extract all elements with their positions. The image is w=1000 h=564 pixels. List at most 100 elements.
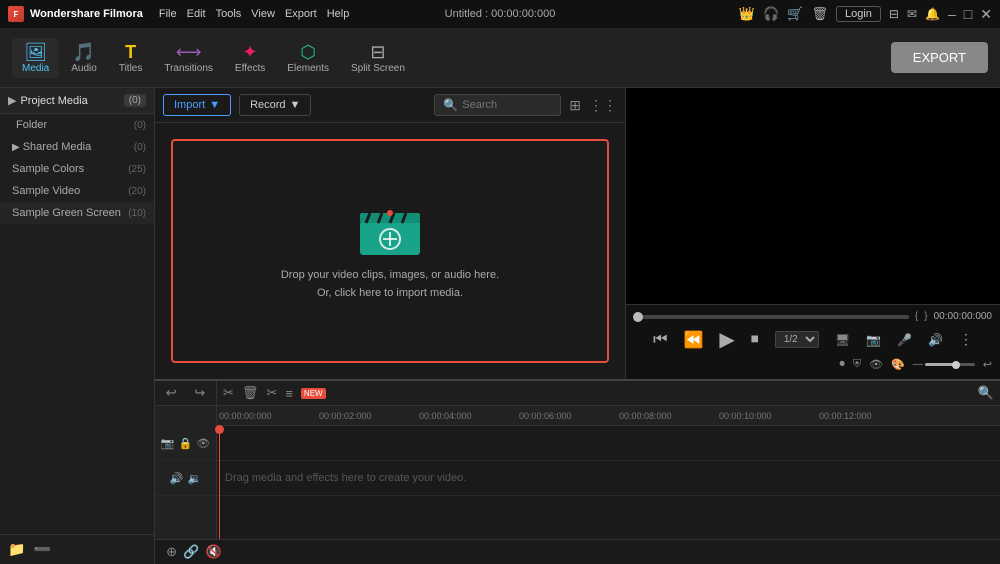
speed-new-badge: NEW xyxy=(301,388,326,399)
menu-export[interactable]: Export xyxy=(285,8,317,20)
record-button[interactable]: Record ▼ xyxy=(239,94,311,116)
prev-frame-button[interactable]: ⏪ xyxy=(683,330,703,350)
ruler-3: 00:00:06:000 xyxy=(519,411,619,421)
menu-help[interactable]: Help xyxy=(327,8,350,20)
clapperboard-icon xyxy=(350,199,430,259)
ruler-5: 00:00:10:000 xyxy=(719,411,819,421)
eye-icon[interactable]: 👁 xyxy=(869,358,883,371)
sample-video-item[interactable]: Sample Video (20) xyxy=(0,180,154,202)
cut-icon[interactable]: ✂ xyxy=(223,385,234,401)
mic-icon[interactable]: 🎤 xyxy=(897,333,912,347)
envelope-icon[interactable]: ✉ xyxy=(907,7,917,21)
progress-handle[interactable] xyxy=(633,312,643,322)
volume-slider[interactable] xyxy=(925,363,975,366)
shared-arrow-icon: ▶ xyxy=(12,142,20,153)
shared-media-item[interactable]: ▶ Shared Media (0) xyxy=(0,136,154,158)
drop-text-line2: Or, click here to import media. xyxy=(317,285,463,303)
drop-area[interactable]: Drop your video clips, images, or audio … xyxy=(171,139,609,363)
preview-area xyxy=(626,88,1000,304)
folder-arrow-icon: ▶ xyxy=(8,94,16,107)
search-input[interactable] xyxy=(462,99,552,111)
panel-footer: 📁 ➖ xyxy=(0,534,154,564)
mute-icon[interactable]: 🔇 xyxy=(206,544,222,560)
window-title: Untitled : 00:00:00:000 xyxy=(445,8,556,20)
audio-icon: 🎵 xyxy=(73,42,95,63)
track1-lock-icon[interactable]: 🔒 xyxy=(179,437,193,450)
cart-icon[interactable]: 🛒 xyxy=(787,6,803,22)
skip-back-button[interactable]: ⏮ xyxy=(653,331,667,349)
toolbar-split-screen[interactable]: ⊟ Split Screen xyxy=(341,38,415,78)
screenshot-icon[interactable]: 📷 xyxy=(866,333,881,347)
record-chevron-icon: ▼ xyxy=(290,99,301,111)
bracket-right: } xyxy=(924,311,927,322)
add-folder-icon[interactable]: 📁 xyxy=(8,541,25,558)
toolbar-titles[interactable]: T Titles xyxy=(109,38,153,78)
sample-colors-item[interactable]: Sample Colors (25) xyxy=(0,158,154,180)
folder-item[interactable]: Folder (0) xyxy=(0,114,154,136)
elements-icon: ⬡ xyxy=(300,42,316,63)
grid-icon[interactable]: ⋮⋮ xyxy=(589,97,617,114)
track2-vol-icon[interactable]: 🔉 xyxy=(188,472,202,485)
import-panel: Import ▼ Record ▼ 🔍 ⊞ ⋮⋮ xyxy=(155,88,625,379)
remove-folder-icon[interactable]: ➖ xyxy=(33,541,50,558)
monitor-icon[interactable]: 🖥 xyxy=(835,333,850,347)
shield-icon[interactable]: ⛨ xyxy=(853,358,861,371)
volume-handle[interactable] xyxy=(952,361,960,369)
volume-icon[interactable]: 🔊 xyxy=(928,333,943,347)
search-box: 🔍 xyxy=(434,94,561,116)
undo-icon[interactable]: ↩ xyxy=(983,358,992,371)
audio-label: Audio xyxy=(71,63,97,74)
bell-icon[interactable]: 🔔 xyxy=(925,7,940,21)
menu-file[interactable]: File xyxy=(159,8,177,20)
preview-progress-bar[interactable] xyxy=(634,315,909,319)
ruler-2: 00:00:04:000 xyxy=(419,411,519,421)
zoom-out-icon[interactable]: 🔍 xyxy=(978,385,994,401)
effects-icon: ✦ xyxy=(243,42,258,63)
link-icon[interactable]: 🔗 xyxy=(183,544,199,560)
toolbar-effects[interactable]: ✦ Effects xyxy=(225,38,275,78)
sample-green-screen-item[interactable]: Sample Green Screen (10) xyxy=(0,202,154,224)
login-button[interactable]: Login xyxy=(836,6,881,22)
export-button[interactable]: EXPORT xyxy=(891,42,988,73)
track1-eye-icon[interactable]: 👁 xyxy=(196,437,210,450)
trash-icon[interactable]: 🗑 xyxy=(811,6,828,22)
transitions-icon: ⟷ xyxy=(176,42,202,63)
more-options-button[interactable]: ⋮ xyxy=(959,331,973,348)
toolbar-media[interactable]: 🖼 Media xyxy=(12,38,59,78)
record-ctrl-icon[interactable]: ⏺ xyxy=(839,358,845,371)
timeline-undo-button[interactable]: ↩ xyxy=(166,385,177,401)
menu-edit[interactable]: Edit xyxy=(187,8,206,20)
play-button[interactable]: ▶ xyxy=(719,327,734,352)
toolbar-transitions[interactable]: ⟷ Transitions xyxy=(154,38,223,78)
titles-label: Titles xyxy=(119,63,143,74)
ruler-1: 00:00:02:000 xyxy=(319,411,419,421)
delete-icon[interactable]: 🗑 xyxy=(242,385,259,401)
restore-icon[interactable]: ⊟ xyxy=(889,7,899,21)
minimize-button[interactable]: – xyxy=(948,6,956,22)
filter-icon[interactable]: ⊞ xyxy=(569,97,581,114)
bracket-left: { xyxy=(915,311,918,322)
timeline: ↩ ↪ ✂ 🗑 ✂ ≡ NEW 🔍 xyxy=(155,379,1000,564)
speed-select[interactable]: 1/2 xyxy=(775,331,819,348)
timeline-redo-button[interactable]: ↪ xyxy=(194,385,205,401)
toolbar-audio[interactable]: 🎵 Audio xyxy=(61,38,107,78)
vol-minus-icon: — xyxy=(913,359,923,370)
stop-button[interactable]: ⏹ xyxy=(751,331,759,349)
menu-tools[interactable]: Tools xyxy=(216,8,242,20)
menu-view[interactable]: View xyxy=(251,8,275,20)
scissors-icon[interactable]: ✂ xyxy=(266,385,277,401)
toolbar-elements[interactable]: ⬡ Elements xyxy=(277,38,339,78)
project-media-label: Project Media xyxy=(20,95,87,107)
ruler-4: 00:00:08:000 xyxy=(619,411,719,421)
add-track-icon[interactable]: ⊕ xyxy=(166,544,177,560)
titles-icon: T xyxy=(125,42,136,63)
maximize-button[interactable]: □ xyxy=(964,6,972,22)
media-panel: ▶ Project Media (0) Folder (0) ▶ Shared … xyxy=(0,88,155,564)
elements-label: Elements xyxy=(287,63,329,74)
headphone-icon[interactable]: 🎧 xyxy=(763,6,779,22)
app-name: Wondershare Filmora xyxy=(30,8,143,20)
import-button[interactable]: Import ▼ xyxy=(163,94,231,116)
list-icon[interactable]: ≡ xyxy=(285,386,293,401)
palette-icon[interactable]: 🎨 xyxy=(891,358,905,371)
close-button[interactable]: ✕ xyxy=(980,6,992,23)
